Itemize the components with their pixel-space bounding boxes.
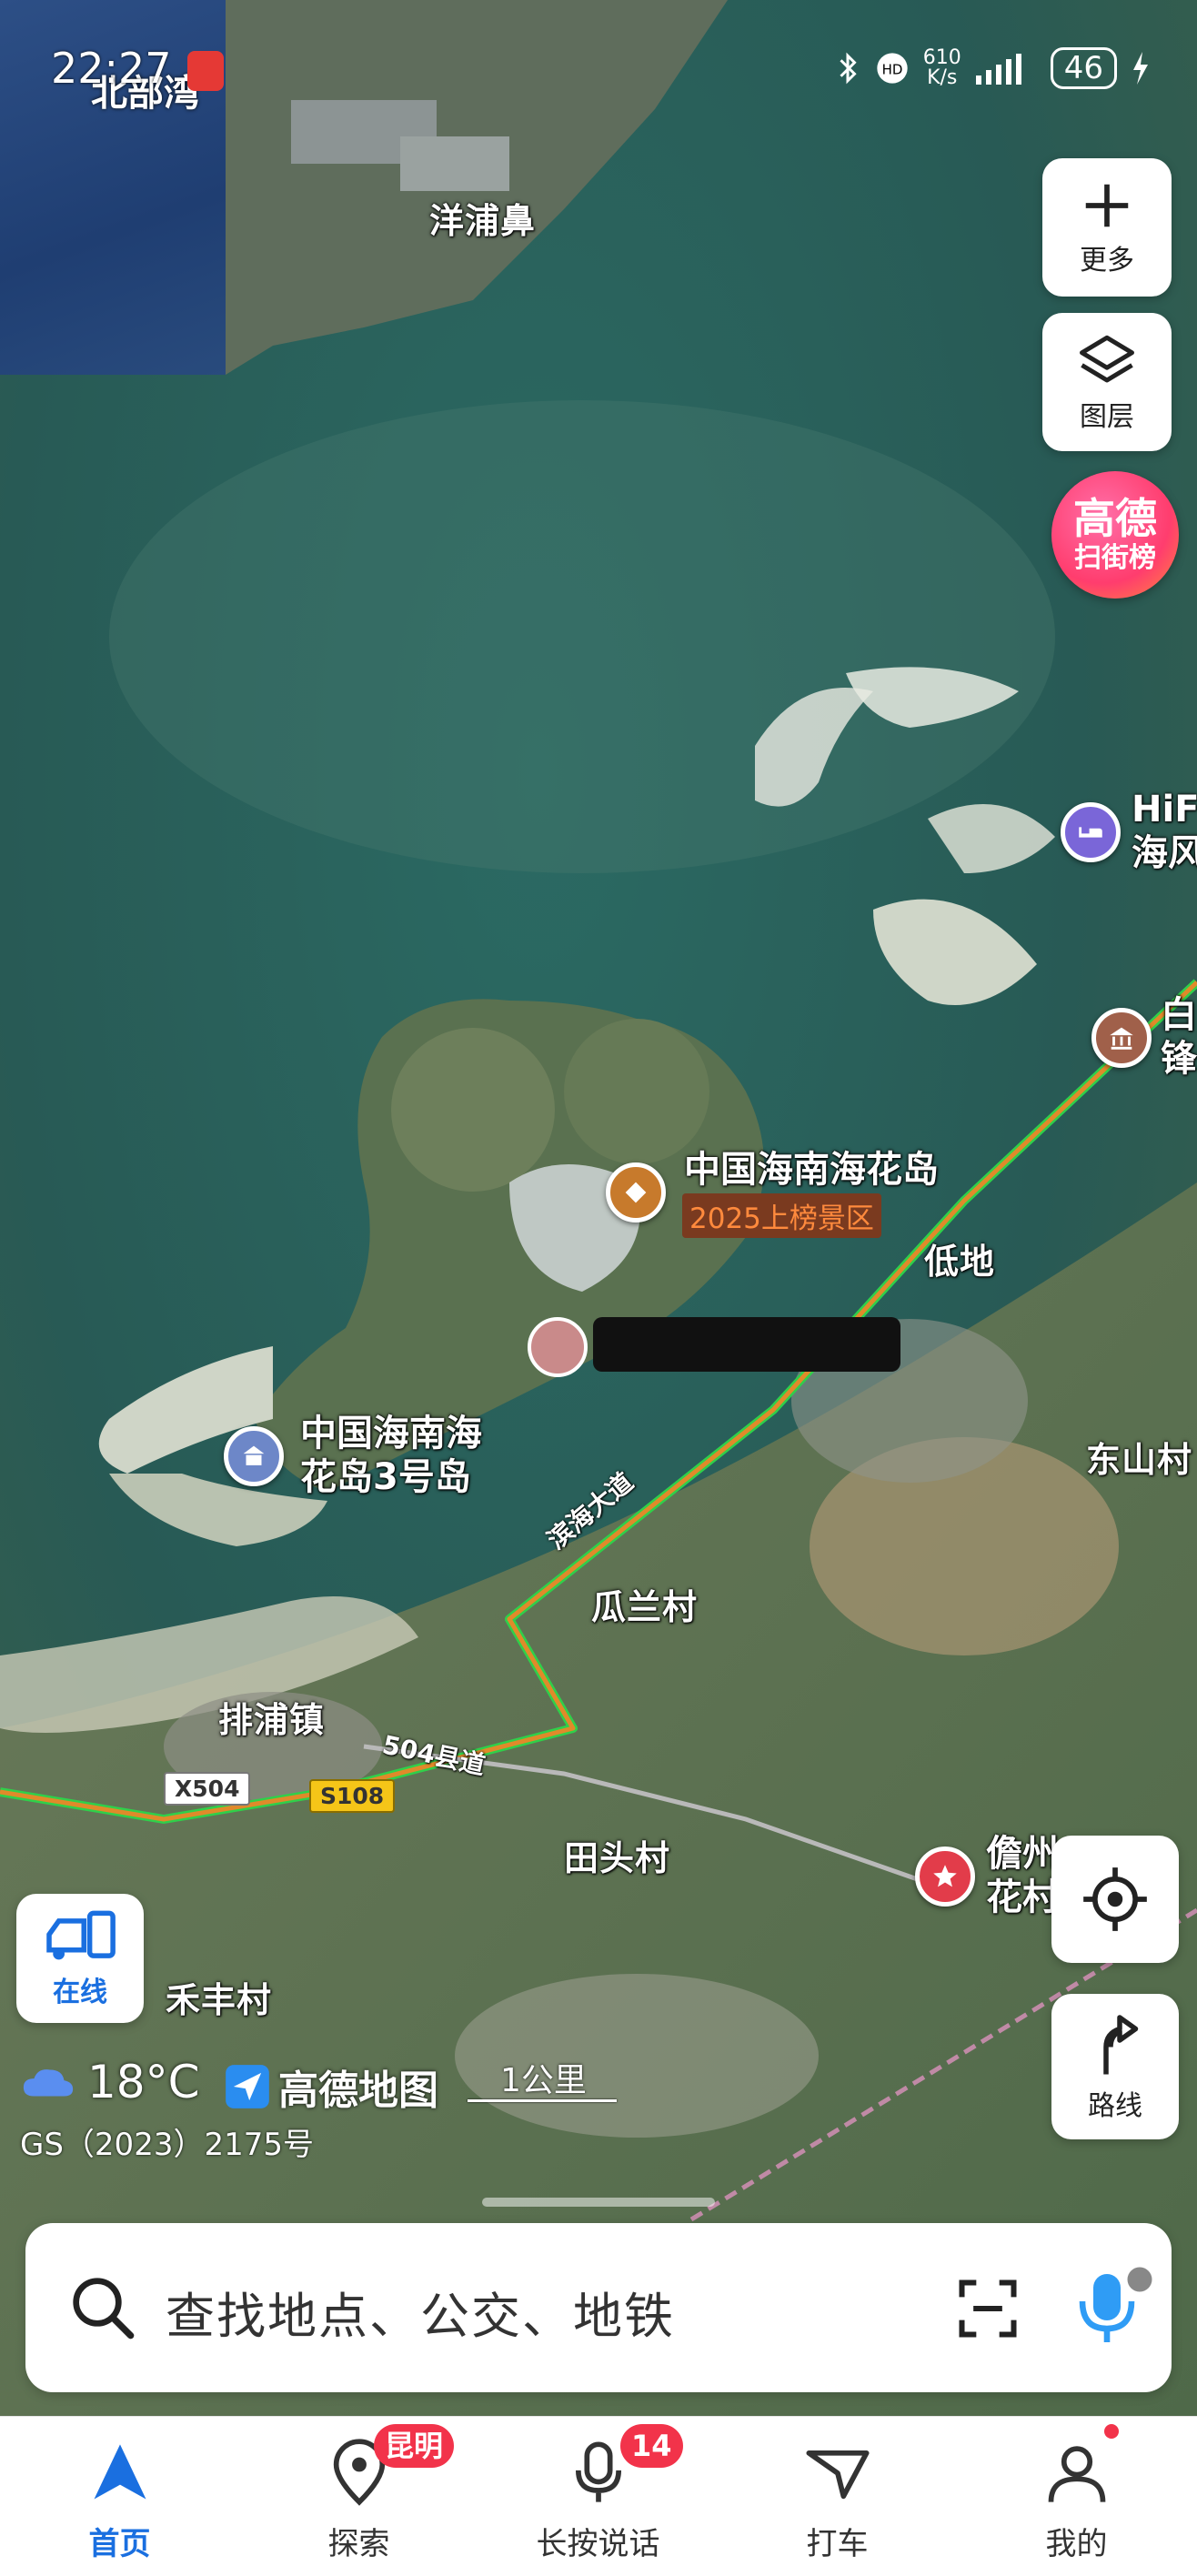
map-license: GS（2023）2175号 [20, 2127, 314, 2163]
museum-pin[interactable] [1091, 1008, 1152, 1068]
car-phone-icon [46, 1910, 116, 1960]
scale-line [468, 2099, 617, 2102]
route-button[interactable]: 路线 [1051, 1994, 1179, 2139]
weather-widget[interactable]: 18°C [20, 2056, 200, 2108]
temperature: 18°C [87, 2056, 200, 2108]
place-label[interactable]: 禾丰村 [166, 1972, 272, 2022]
tab-label: 探索 [327, 2526, 390, 2562]
net-speed: 610 K/s [923, 48, 961, 88]
tab-explore[interactable]: 探索 昆明 [239, 2417, 478, 2576]
status-time: 22:27 [51, 44, 172, 93]
place-label[interactable]: 瓜兰村 [591, 1579, 698, 1629]
scale-bar: 1公里 [468, 2054, 617, 2102]
current-location-marker [528, 1317, 588, 1377]
battery-level: 46 [1050, 47, 1117, 89]
tab-label: 首页 [88, 2526, 151, 2562]
status-bar: 22:27 HD 610 K/s 46 [0, 0, 1197, 100]
hotel-pin[interactable] [1061, 802, 1121, 862]
poi-label[interactable]: 白 锋 [1161, 993, 1197, 1081]
svg-text:HD: HD [881, 62, 902, 78]
search-input[interactable]: 查找地点、公交、地铁 [166, 2276, 675, 2348]
count-badge: 14 [620, 2424, 683, 2468]
navigation-arrow-icon [94, 2444, 146, 2500]
brand-logo: 高德地图 [224, 2058, 438, 2116]
net-speed-unit: K/s [927, 66, 958, 89]
poi-label[interactable]: HiF 海风 [1132, 788, 1197, 875]
layers-button[interactable]: 图层 [1042, 313, 1172, 451]
tab-home[interactable]: 首页 [0, 2417, 239, 2576]
road-shield[interactable]: X504 [164, 1772, 251, 1806]
locate-button[interactable] [1051, 1836, 1179, 1963]
satellite-imagery [0, 0, 1197, 2576]
search-bar[interactable]: 查找地点、公交、地铁 [25, 2223, 1172, 2392]
place-label[interactable]: 排浦镇 [218, 1692, 325, 1742]
search-icon [73, 2278, 135, 2340]
museum-icon [1110, 1027, 1133, 1050]
poi-label-line1: HiF [1132, 789, 1197, 830]
scenic-icon [625, 1182, 647, 1203]
place-label[interactable]: 东山村 [1086, 1432, 1192, 1482]
attraction-pin[interactable] [915, 1846, 975, 1907]
city-badge: 昆明 [374, 2424, 455, 2468]
taxi-arrow-icon [806, 2450, 870, 2500]
tab-label: 打车 [806, 2526, 869, 2562]
poi-label-line1: 儋州 [986, 1833, 1059, 1875]
landmark-icon [243, 1445, 265, 1465]
more-label: 更多 [1080, 245, 1134, 277]
net-speed-value: 610 [922, 46, 961, 69]
map-view[interactable]: 洋浦鼻 低地 东山村 瓜兰村 排浦镇 田头村 禾丰村 中国海南海花岛 2025上… [0, 0, 1197, 2576]
poi-label-line2: 花村 [986, 1877, 1059, 1918]
poi-label-line1: 白 [1161, 994, 1197, 1036]
layers-icon [1080, 335, 1134, 383]
tab-voice[interactable]: 长按说话 14 [478, 2417, 718, 2576]
scale-text: 1公里 [500, 2062, 587, 2099]
crosshair-icon [1083, 1867, 1147, 1931]
more-button[interactable]: 更多 [1042, 158, 1172, 297]
tab-label: 长按说话 [536, 2526, 660, 2562]
star-icon [933, 1865, 957, 1887]
island-pin[interactable] [224, 1426, 284, 1486]
poi-label[interactable]: 中国海南海 花岛3号岛 [300, 1412, 482, 1499]
tab-profile[interactable]: 我的 [957, 2417, 1196, 2576]
scan-icon[interactable] [951, 2274, 1024, 2343]
drag-handle[interactable] [482, 2198, 715, 2207]
route-icon [1103, 2015, 1139, 2075]
rank-label-line2: 扫街榜 [1074, 542, 1156, 574]
signal-icon [975, 54, 1021, 85]
poi-label[interactable]: 儋州 花村 [986, 1832, 1059, 1919]
online-label: 在线 [53, 1977, 107, 2008]
layers-label: 图层 [1080, 401, 1134, 433]
cloud-icon [23, 2069, 74, 2097]
microphone-icon[interactable] [1071, 2263, 1153, 2350]
notification-dot [1104, 2424, 1119, 2439]
tab-taxi[interactable]: 打车 [718, 2417, 957, 2576]
bed-icon [1079, 827, 1102, 838]
amap-logo-icon [226, 2065, 269, 2108]
route-label: 路线 [1088, 2090, 1142, 2122]
street-ranking-button[interactable]: 高德 扫街榜 [1051, 471, 1179, 599]
hd-call-icon: HD [877, 53, 908, 84]
bluetooth-icon [840, 52, 857, 85]
poi-label-line2: 花岛3号岛 [300, 1456, 471, 1498]
bottom-tab-bar: 首页 探索 昆明 长按说话 14 打车 我的 [0, 2416, 1197, 2576]
plus-icon [1085, 184, 1129, 227]
place-label[interactable]: 低地 [924, 1233, 995, 1283]
place-label[interactable]: 洋浦鼻 [429, 193, 536, 243]
scenic-spot-pin[interactable] [606, 1162, 666, 1223]
rank-label-line1: 高德 [1073, 494, 1157, 543]
road-shield[interactable]: S108 [309, 1779, 396, 1813]
user-icon [1048, 2446, 1106, 2502]
tab-label: 我的 [1045, 2526, 1108, 2562]
place-label[interactable]: 田头村 [564, 1830, 670, 1880]
charging-icon [1133, 52, 1148, 85]
brand-name: 高德地图 [278, 2068, 438, 2114]
status-icons: HD 610 K/s 46 [834, 47, 1152, 89]
poi-rank-tag: 2025上榜景区 [682, 1193, 881, 1238]
online-car-button[interactable]: 在线 [16, 1894, 144, 2023]
poi-label[interactable]: 中国海南海花岛 [684, 1148, 939, 1192]
poi-label-line2: 海风 [1132, 832, 1197, 874]
poi-label-line1: 中国海南海 [300, 1413, 482, 1454]
poi-label-line2: 锋 [1161, 1038, 1197, 1080]
